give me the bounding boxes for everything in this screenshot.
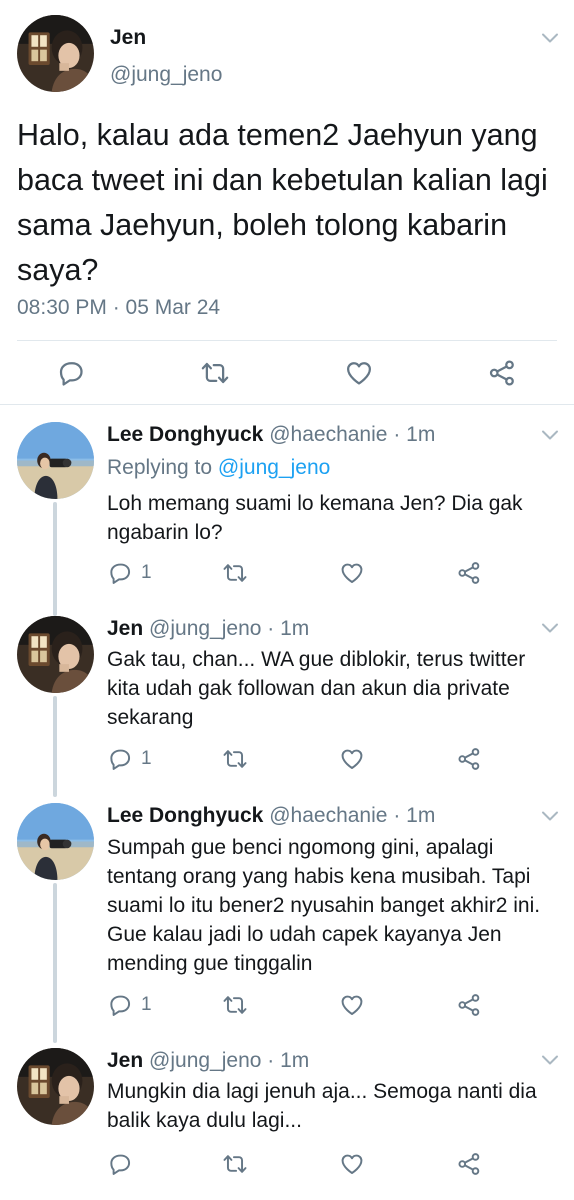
reply-time[interactable]: · 1m <box>393 804 435 827</box>
tweet-timestamp[interactable]: 08:30 PM · 05 Mar 24 <box>17 296 220 320</box>
thread-line <box>53 502 57 616</box>
share-icon[interactable] <box>456 746 482 772</box>
chevron-down-icon[interactable] <box>541 429 559 441</box>
author-handle[interactable]: @jung_jeno <box>149 1049 261 1072</box>
reply-button[interactable]: 1 <box>107 746 152 772</box>
reply-text: Loh memang suami lo kemana Jen? Dia gak … <box>107 492 523 544</box>
author-handle[interactable]: @jung_jeno <box>149 617 261 640</box>
avatar[interactable] <box>17 15 94 92</box>
reply-text: Sumpah gue benci ngomong gini, apalagi t… <box>107 836 541 975</box>
reply-icon[interactable] <box>55 358 87 388</box>
retweet-icon[interactable] <box>222 746 248 772</box>
retweet-icon[interactable] <box>222 560 248 586</box>
avatar[interactable] <box>17 422 94 499</box>
retweet-icon[interactable] <box>199 358 231 388</box>
replying-to-link[interactable]: @jung_jeno <box>218 456 330 479</box>
avatar[interactable] <box>17 616 94 693</box>
reply-header: Lee Donghyuck @haechanie · 1m <box>107 423 435 447</box>
author-name[interactable]: Lee Donghyuck <box>107 804 263 827</box>
divider <box>0 404 574 405</box>
replying-to: Replying to @jung_jeno <box>107 456 330 480</box>
share-icon[interactable] <box>456 560 482 586</box>
reply-text: Gak tau, chan... WA gue diblokir, terus … <box>107 648 526 729</box>
chevron-down-icon[interactable] <box>541 32 559 44</box>
like-icon[interactable] <box>339 560 365 586</box>
reply-time[interactable]: · 1m <box>267 1049 309 1072</box>
reply-time[interactable]: · 1m <box>267 617 309 640</box>
share-icon[interactable] <box>456 1151 482 1177</box>
like-icon[interactable] <box>339 1151 365 1177</box>
reply-count: 1 <box>141 994 152 1015</box>
divider <box>17 340 557 341</box>
thread-line <box>53 883 57 1043</box>
reply-count: 1 <box>141 562 152 583</box>
chevron-down-icon[interactable] <box>541 1054 559 1066</box>
avatar[interactable] <box>17 1048 94 1125</box>
like-icon[interactable] <box>339 746 365 772</box>
thread-line <box>53 696 57 797</box>
retweet-icon[interactable] <box>222 992 248 1018</box>
reply-button[interactable]: 1 <box>107 992 152 1018</box>
reply-button[interactable]: 1 <box>107 560 152 586</box>
like-icon[interactable] <box>343 358 375 388</box>
author-name[interactable]: Lee Donghyuck <box>107 423 263 446</box>
author-name[interactable]: Jen <box>107 1049 143 1072</box>
reply-count: 1 <box>141 748 152 769</box>
reply-time[interactable]: · 1m <box>393 423 435 446</box>
author-handle[interactable]: @haechanie <box>269 423 387 446</box>
reply-header: Lee Donghyuck @haechanie · 1m <box>107 804 435 828</box>
reply-header: Jen @jung_jeno · 1m <box>107 617 309 641</box>
reply-button[interactable] <box>107 1151 133 1177</box>
share-icon[interactable] <box>486 358 518 388</box>
tweet-text: Halo, kalau ada temen2 Jaehyun yang baca… <box>17 118 548 287</box>
share-icon[interactable] <box>456 992 482 1018</box>
chevron-down-icon[interactable] <box>541 810 559 822</box>
author-name[interactable]: Jen <box>107 617 143 640</box>
author-handle[interactable]: @haechanie <box>269 804 387 827</box>
reply-header: Jen @jung_jeno · 1m <box>107 1049 309 1073</box>
reply-text: Mungkin dia lagi jenuh aja... Semoga nan… <box>107 1080 537 1132</box>
replying-label: Replying to <box>107 456 218 479</box>
retweet-icon[interactable] <box>222 1151 248 1177</box>
like-icon[interactable] <box>339 992 365 1018</box>
chevron-down-icon[interactable] <box>541 622 559 634</box>
author-name[interactable]: Jen <box>110 26 146 50</box>
author-handle[interactable]: @jung_jeno <box>110 63 222 87</box>
avatar[interactable] <box>17 803 94 880</box>
